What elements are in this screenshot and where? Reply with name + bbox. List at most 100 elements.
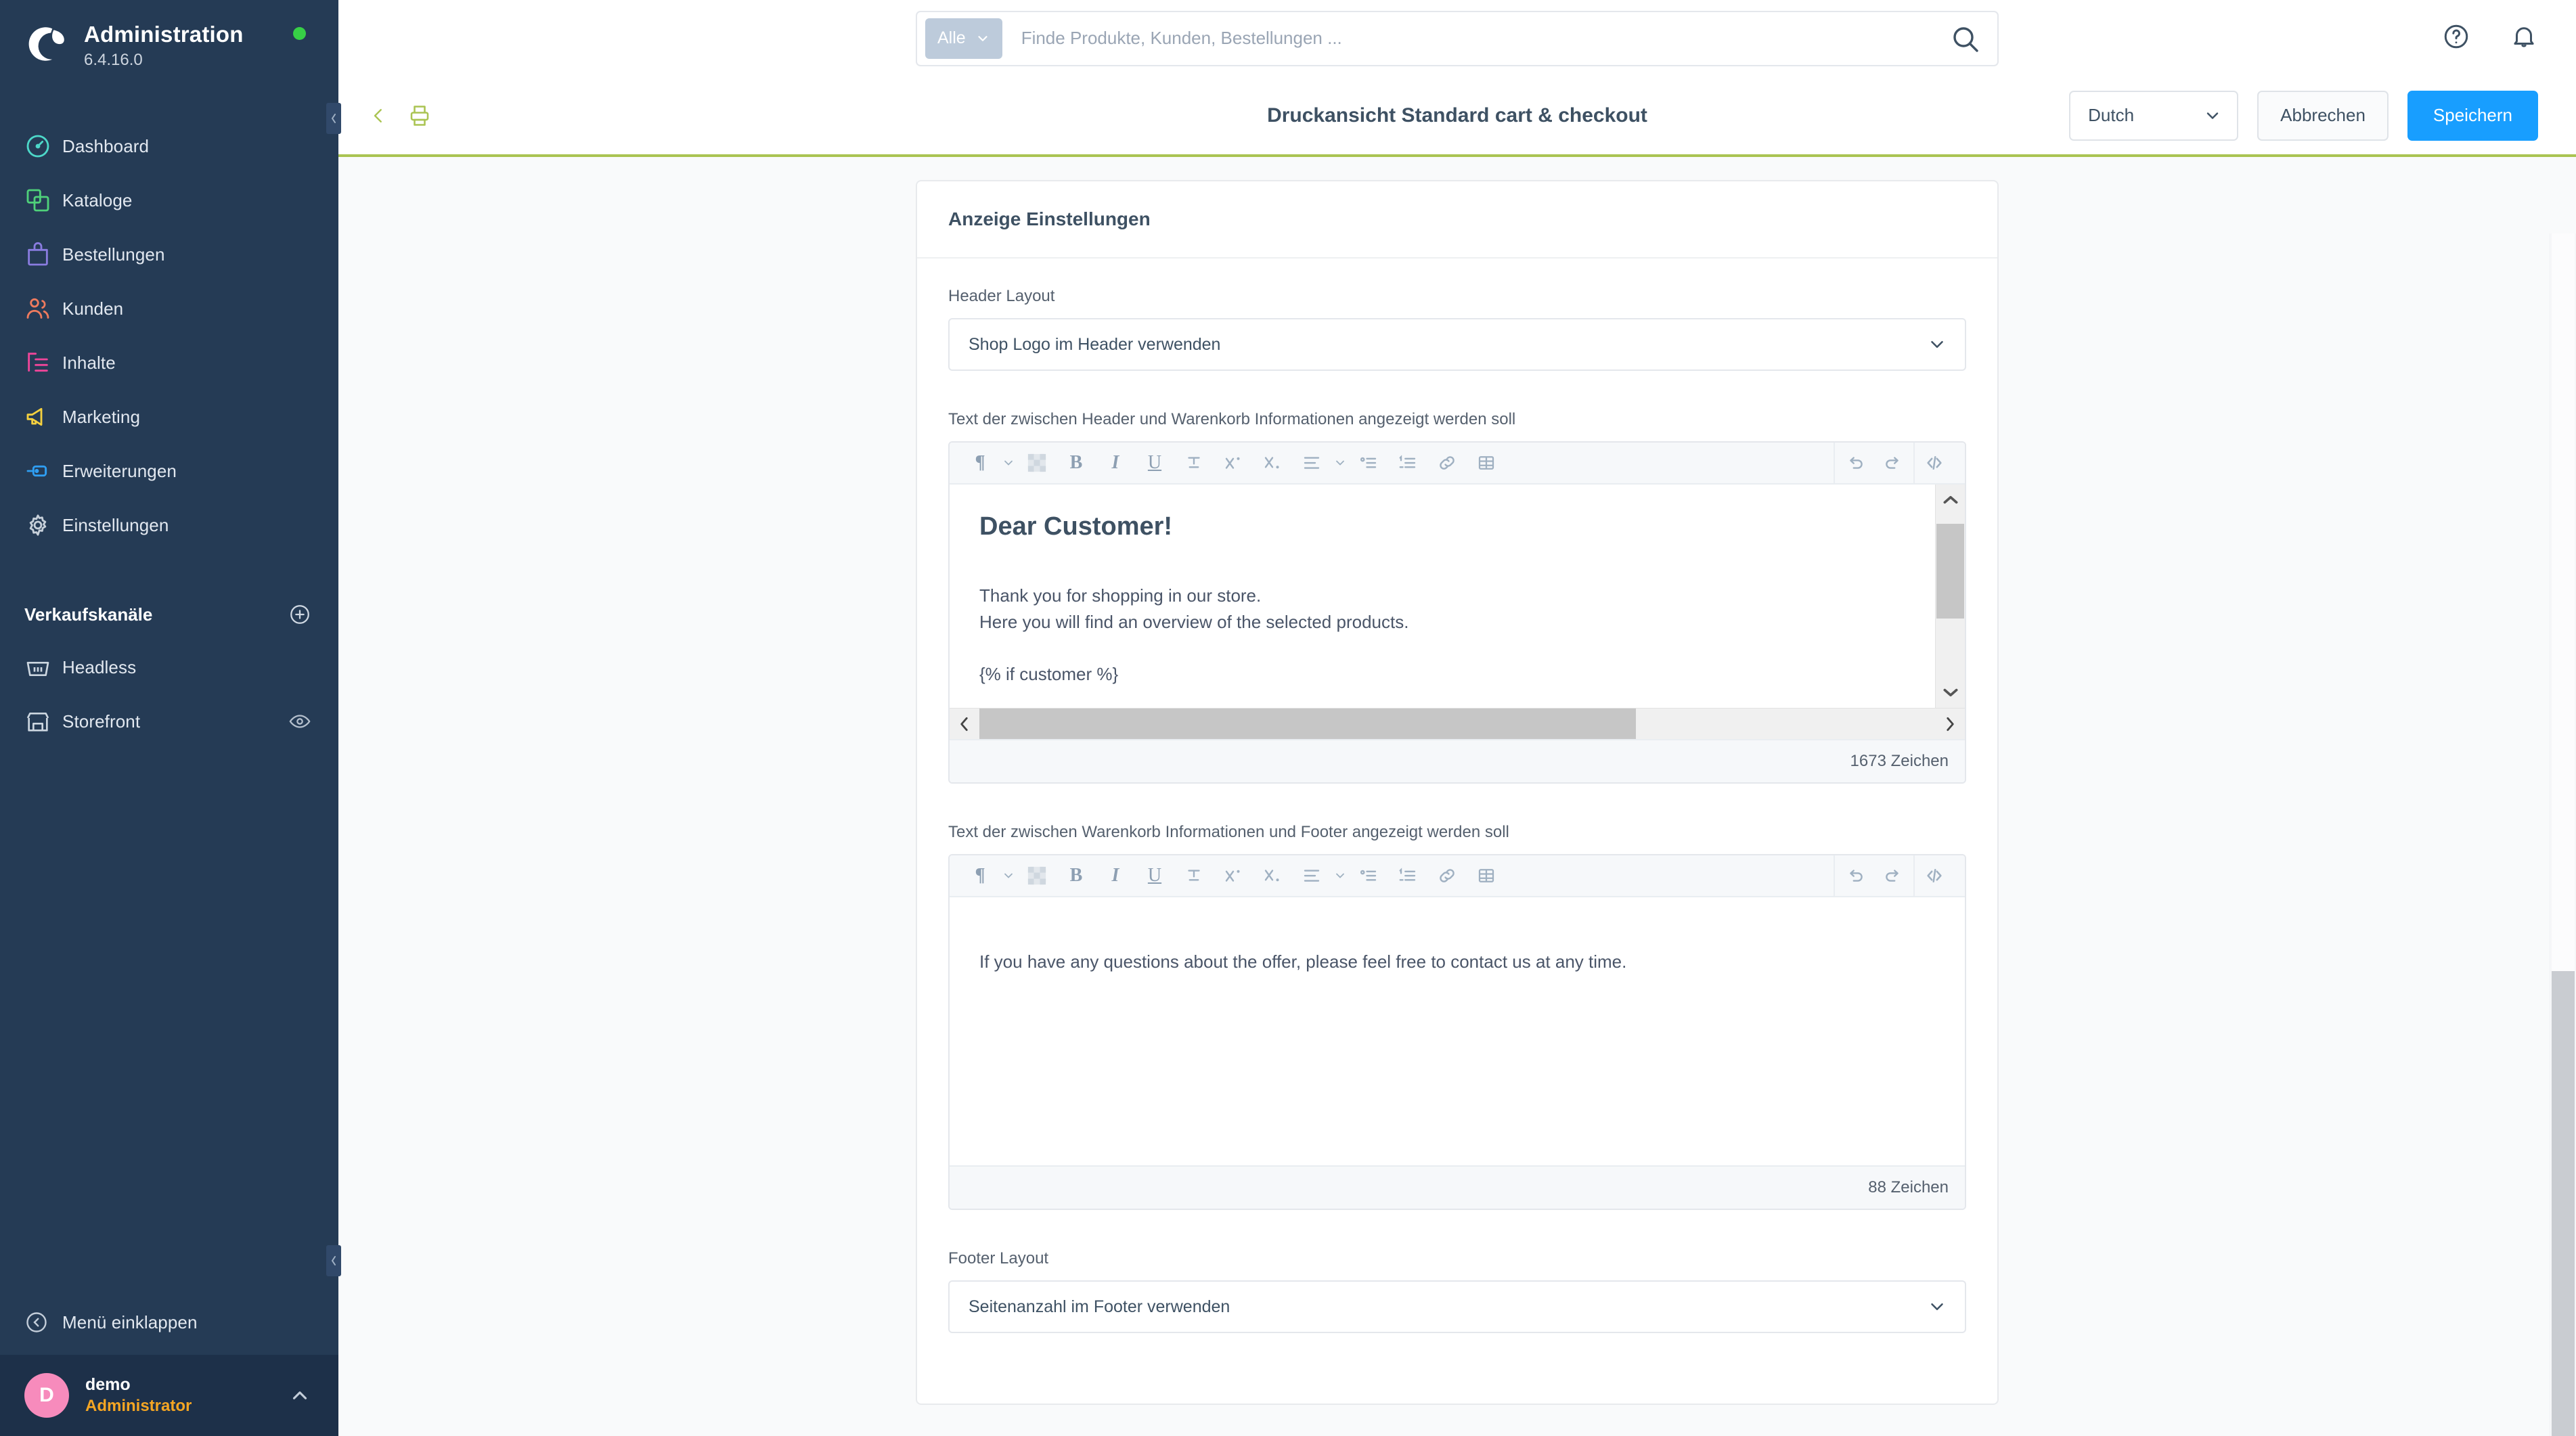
sidebar-item-storefront[interactable]: Storefront [0,694,338,748]
cancel-button[interactable]: Abbrechen [2257,90,2389,141]
table-icon[interactable] [1467,443,1506,483]
editor-vertical-scrollbar[interactable] [1935,485,1965,708]
strikethrough-icon[interactable] [1174,443,1214,483]
editor-content-two[interactable]: If you have any questions about the offe… [950,897,1965,1165]
undo-icon[interactable] [1835,443,1874,483]
chevron-down-icon[interactable] [1000,869,1017,882]
editor-toolbar: ¶ B I U [950,443,1965,485]
sidebar-item-label: Erweiterungen [62,460,177,481]
printer-icon[interactable] [407,104,432,128]
footer-layout-select[interactable]: Seitenanzahl im Footer verwenden [948,1280,1966,1333]
add-sales-channel-icon[interactable] [288,603,311,626]
sidebar-item-label: Kataloge [62,189,133,210]
sidebar-item-bestellungen[interactable]: Bestellungen [0,227,338,282]
sidebar-section-title: Verkaufskanäle [24,604,153,625]
chevron-up-icon[interactable] [288,1384,311,1407]
sidebar-item-dashboard[interactable]: Dashboard [0,119,338,173]
subscript-icon[interactable] [1253,443,1292,483]
page-scrollbar[interactable] [2549,233,2576,1436]
sidebar-item-marketing[interactable]: Marketing [0,390,338,444]
editor-horizontal-scrollbar[interactable] [950,708,1965,739]
text-color-icon[interactable] [1017,443,1057,483]
bullet-list-icon[interactable] [1349,856,1388,895]
bell-icon[interactable] [2510,22,2538,54]
scroll-thumb[interactable] [2552,971,2575,1436]
strikethrough-icon[interactable] [1174,856,1214,895]
sidebar-item-kataloge[interactable]: Kataloge [0,173,338,227]
help-circle-icon[interactable] [2442,22,2470,54]
redo-icon[interactable] [1874,443,1913,483]
basket-icon [24,654,62,681]
scroll-track[interactable] [2552,233,2575,971]
align-icon[interactable] [1292,443,1331,483]
sidebar-item-einstellungen[interactable]: Einstellungen [0,498,338,552]
scroll-thumb[interactable] [1936,524,1964,619]
sidebar-item-headless[interactable]: Headless [0,640,338,694]
scroll-track[interactable] [979,709,1935,739]
sidebar-item-kunden[interactable]: Kunden [0,282,338,336]
chevron-down-icon[interactable] [1000,456,1017,470]
italic-icon[interactable]: I [1096,856,1135,895]
header-layout-value: Shop Logo im Header verwenden [969,334,1221,354]
underline-icon[interactable]: U [1135,856,1174,895]
sidebar-item-erweiterungen[interactable]: Erweiterungen [0,444,338,498]
paragraph-icon[interactable]: ¶ [960,443,1000,483]
subscript-icon[interactable] [1253,856,1292,895]
bold-icon[interactable]: B [1057,443,1096,483]
user-name: demo [85,1375,131,1395]
sidebar-item-label: Marketing [62,406,141,427]
sidebar-item-inhalte[interactable]: Inhalte [0,336,338,390]
paragraph-icon[interactable]: ¶ [960,856,1000,895]
code-view-icon[interactable] [1915,443,1954,483]
user-menu[interactable]: D demo Administrator [0,1355,338,1436]
chevron-down-icon[interactable] [1331,456,1349,470]
scroll-up-icon[interactable] [1942,485,1959,514]
sidebar-nav: Dashboard Kataloge Bestellungen Kunden I… [0,119,338,552]
redo-icon[interactable] [1874,856,1913,895]
search-scope-dropdown[interactable]: Alle [925,18,1002,59]
save-button[interactable]: Speichern [2407,90,2538,141]
scroll-left-icon[interactable] [950,715,979,733]
text-color-icon[interactable] [1017,856,1057,895]
italic-icon[interactable]: I [1096,443,1135,483]
numbered-list-icon[interactable] [1388,443,1427,483]
undo-icon[interactable] [1835,856,1874,895]
link-icon[interactable] [1427,443,1467,483]
sidebar: Administration 6.4.16.0 Dashboard Katalo… [0,0,341,1436]
superscript-icon[interactable] [1214,856,1253,895]
superscript-icon[interactable] [1214,443,1253,483]
header-layout-select[interactable]: Shop Logo im Header verwenden [948,318,1966,371]
scroll-down-icon[interactable] [1942,678,1959,708]
status-dot [293,27,306,40]
chevron-left-icon[interactable] [368,106,388,126]
link-icon[interactable] [1427,856,1467,895]
scroll-right-icon[interactable] [1935,715,1965,733]
field-footer-layout: Footer Layout Seitenanzahl im Footer ver… [948,1249,1966,1333]
scroll-thumb[interactable] [979,709,1636,739]
preview-eye-icon[interactable] [288,710,311,733]
chevron-down-icon[interactable] [1331,869,1349,882]
table-icon[interactable] [1467,856,1506,895]
align-icon[interactable] [1292,856,1331,895]
sidebar-resize-handle-top[interactable] [326,103,341,134]
search-input[interactable] [1002,28,1949,49]
numbered-list-icon[interactable] [1388,856,1427,895]
sidebar-item-label: Kunden [62,298,124,319]
app-version: 6.4.16.0 [84,50,143,69]
chevron-down-icon [1931,341,1943,348]
scroll-track[interactable] [1936,514,1965,678]
collapse-chevron-icon [24,1310,62,1334]
collapse-menu-label: Menü einklappen [62,1311,198,1332]
collapse-menu-button[interactable]: Menü einklappen [0,1290,338,1355]
sidebar-resize-handle-bottom[interactable] [326,1245,341,1276]
editor-content-one[interactable]: Dear Customer! Thank you for shopping in… [950,485,1965,708]
language-select[interactable]: Dutch [2069,90,2239,141]
editor-paragraph: {% if customer %} [979,664,1119,684]
bold-icon[interactable]: B [1057,856,1096,895]
code-view-icon[interactable] [1915,856,1954,895]
bullet-list-icon[interactable] [1349,443,1388,483]
sidebar-item-label: Headless [62,656,137,677]
underline-icon[interactable]: U [1135,443,1174,483]
search-icon[interactable] [1949,22,1981,55]
